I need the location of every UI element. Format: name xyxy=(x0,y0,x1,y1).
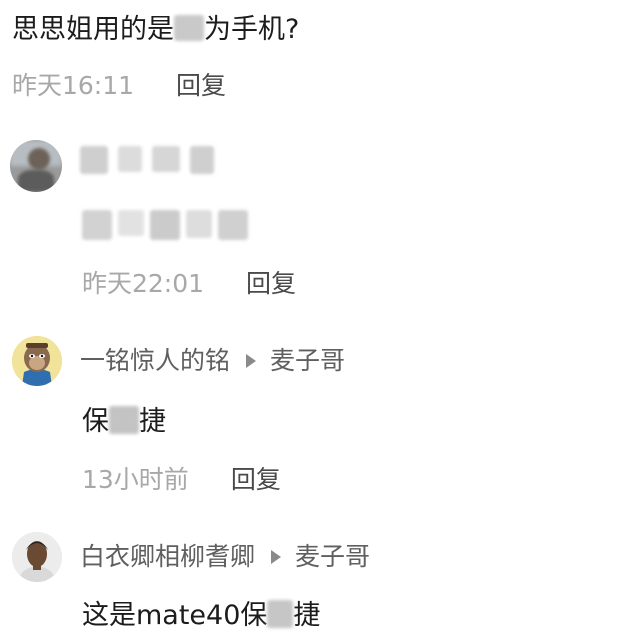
redacted-char xyxy=(267,600,294,628)
comment-1-meta: 昨天16:11 回复 xyxy=(12,70,226,102)
comment-time: 13小时前 xyxy=(82,465,189,494)
reply-arrow-icon xyxy=(271,550,282,564)
avatar[interactable] xyxy=(10,140,62,192)
ape-avatar[interactable] xyxy=(12,336,62,386)
comment-4-header: 白衣卿相柳耆卿 麦子哥 xyxy=(80,540,370,574)
redacted-char xyxy=(174,15,204,41)
portrait-avatar-icon xyxy=(12,532,62,582)
reply-to-username[interactable]: 麦子哥 xyxy=(270,344,345,378)
comment-2-text-redacted xyxy=(82,210,248,240)
comment-4-text: 这是mate40保捷 xyxy=(82,600,321,631)
comment-2-meta: 昨天22:01 回复 xyxy=(82,268,296,300)
comment-3-meta: 13小时前 回复 xyxy=(82,464,281,496)
comment-time: 昨天22:01 xyxy=(82,269,205,298)
redacted-char xyxy=(109,406,139,434)
reply-button[interactable]: 回复 xyxy=(176,70,226,102)
ape-avatar-icon xyxy=(12,336,62,386)
reply-to-username[interactable]: 麦子哥 xyxy=(295,540,370,574)
username[interactable]: 白衣卿相柳耆卿 xyxy=(80,540,255,574)
comment-3-text: 保捷 xyxy=(82,406,166,437)
reply-arrow-icon xyxy=(246,354,257,368)
comment-1-text: 思思姐用的是 为手机? xyxy=(12,14,300,45)
reply-button[interactable]: 回复 xyxy=(231,464,281,496)
username[interactable]: 一铭惊人的铭 xyxy=(80,344,230,378)
portrait-avatar[interactable] xyxy=(12,532,62,582)
comment-3-header: 一铭惊人的铭 麦子哥 xyxy=(80,344,345,378)
comment-time: 昨天16:11 xyxy=(12,71,135,100)
username-redacted xyxy=(80,146,214,174)
reply-button[interactable]: 回复 xyxy=(246,268,296,300)
